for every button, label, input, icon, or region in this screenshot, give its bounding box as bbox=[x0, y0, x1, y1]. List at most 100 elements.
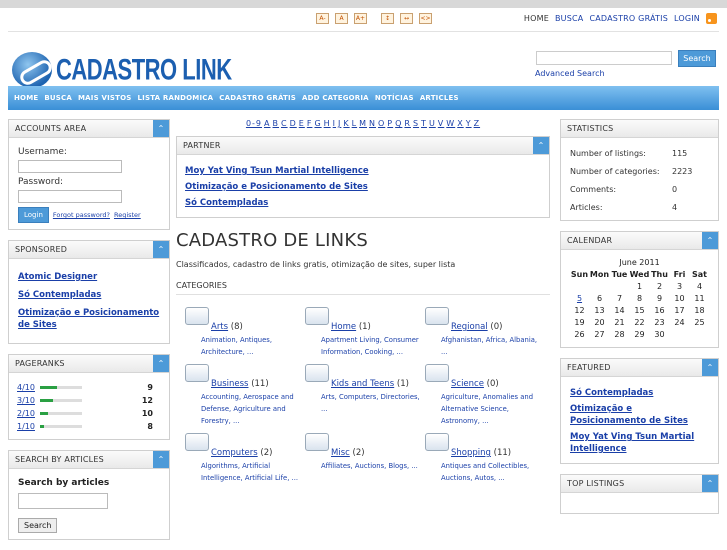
category-link[interactable]: Science bbox=[451, 379, 484, 389]
rss-icon[interactable] bbox=[706, 13, 717, 24]
alphabet-link[interactable]: W bbox=[446, 119, 455, 128]
pagerank-link[interactable]: 4/10 bbox=[17, 383, 36, 392]
collapse-icon[interactable]: ⌃ bbox=[702, 359, 718, 376]
sponsored-link[interactable]: Só Contempladas bbox=[18, 289, 160, 301]
alphabet-link[interactable]: T bbox=[421, 119, 427, 128]
password-field[interactable] bbox=[18, 190, 122, 203]
subcategory-list[interactable]: Animation, Antiques, Architecture, ... bbox=[201, 334, 305, 358]
featured-link[interactable]: Só Contempladas bbox=[570, 387, 709, 399]
folder-icon[interactable] bbox=[305, 307, 329, 325]
category-link[interactable]: Arts bbox=[211, 322, 228, 332]
category-link[interactable]: Business bbox=[211, 379, 248, 389]
nav-cadastro-gratis[interactable]: CADASTRO GRÁTIS bbox=[216, 94, 299, 102]
alphabet-link[interactable]: F bbox=[307, 119, 313, 128]
site-logo[interactable]: CADASTRO LINK bbox=[12, 52, 232, 88]
featured-link[interactable]: Otimização e Posicionamento de Sites bbox=[570, 403, 709, 427]
partner-link[interactable]: Só Contempladas bbox=[185, 197, 541, 209]
alphabet-link[interactable]: H bbox=[324, 119, 331, 128]
alphabet-link[interactable]: E bbox=[299, 119, 305, 128]
folder-icon[interactable] bbox=[185, 307, 209, 325]
search-input[interactable] bbox=[536, 51, 672, 65]
alphabet-link[interactable]: U bbox=[429, 119, 436, 128]
partner-link[interactable]: Otimização e Posicionamento de Sites bbox=[185, 181, 541, 193]
top-nav-cadastro[interactable]: CADASTRO GRÁTIS bbox=[589, 14, 668, 23]
calendar-day[interactable]: 5 bbox=[570, 294, 590, 303]
folder-icon[interactable] bbox=[425, 307, 449, 325]
sponsored-link[interactable]: Otimização e Posicionamento de Sites bbox=[18, 307, 160, 331]
alphabet-link[interactable]: A bbox=[264, 119, 270, 128]
login-button[interactable]: Login bbox=[18, 207, 49, 223]
alphabet-link[interactable]: P bbox=[387, 119, 393, 128]
collapse-icon[interactable]: ⌃ bbox=[702, 232, 718, 249]
category-link[interactable]: Shopping bbox=[451, 448, 491, 458]
category-link[interactable]: Kids and Teens bbox=[331, 379, 394, 389]
subcategory-list[interactable]: Arts, Computers, Directories, ... bbox=[321, 391, 425, 415]
alphabet-link[interactable]: L bbox=[352, 119, 357, 128]
category-link[interactable]: Home bbox=[331, 322, 356, 332]
layout-narrow-button[interactable]: ↕ bbox=[381, 13, 394, 24]
alphabet-link[interactable]: Q bbox=[395, 119, 402, 128]
subcategory-list[interactable]: Apartment Living, Consumer Information, … bbox=[321, 334, 425, 358]
subcategory-list[interactable]: Affiliates, Auctions, Blogs, ... bbox=[321, 460, 425, 472]
featured-link[interactable]: Moy Yat Ving Tsun Martial Intelligence bbox=[570, 431, 709, 455]
collapse-icon[interactable]: ⌃ bbox=[153, 451, 169, 468]
folder-icon[interactable] bbox=[185, 364, 209, 382]
alphabet-link[interactable]: I bbox=[333, 119, 336, 128]
folder-icon[interactable] bbox=[305, 364, 329, 382]
nav-home[interactable]: HOME bbox=[11, 94, 41, 102]
font-reset-button[interactable]: A bbox=[335, 13, 348, 24]
folder-icon[interactable] bbox=[425, 433, 449, 451]
folder-icon[interactable] bbox=[185, 433, 209, 451]
alphabet-link[interactable]: X bbox=[457, 119, 463, 128]
category-link[interactable]: Computers bbox=[211, 448, 258, 458]
subcategory-list[interactable]: Antiques and Collectibles, Auctions, Aut… bbox=[441, 460, 545, 484]
subcategory-list[interactable]: Agriculture, Anomalies and Alternative S… bbox=[441, 391, 545, 427]
search-button[interactable]: Search bbox=[678, 50, 716, 67]
alphabet-link[interactable]: J bbox=[338, 119, 341, 128]
nav-lista-randomica[interactable]: LISTA RANDOMICA bbox=[134, 94, 216, 102]
top-nav-home[interactable]: HOME bbox=[524, 14, 549, 23]
layout-wide-button[interactable]: ↔ bbox=[400, 13, 413, 24]
collapse-icon[interactable]: ⌃ bbox=[153, 120, 169, 137]
alphabet-link[interactable]: S bbox=[413, 119, 419, 128]
article-search-input[interactable] bbox=[18, 493, 108, 509]
pagerank-link[interactable]: 2/10 bbox=[17, 409, 36, 418]
top-nav-busca[interactable]: BUSCA bbox=[555, 14, 583, 23]
alphabet-link[interactable]: 0-9 bbox=[246, 119, 262, 128]
alphabet-link[interactable]: B bbox=[273, 119, 280, 128]
article-search-button[interactable]: Search bbox=[18, 518, 58, 533]
collapse-icon[interactable]: ⌃ bbox=[702, 475, 718, 492]
layout-fluid-button[interactable]: <> bbox=[419, 13, 432, 24]
font-decrease-button[interactable]: A- bbox=[316, 13, 329, 24]
alphabet-link[interactable]: Y bbox=[466, 119, 472, 128]
nav-add-categoria[interactable]: ADD CATEGORIA bbox=[299, 94, 372, 102]
collapse-icon[interactable]: ⌃ bbox=[153, 241, 169, 258]
subcategory-list[interactable]: Accounting, Aerospace and Defense, Agric… bbox=[201, 391, 305, 427]
advanced-search-link[interactable]: Advanced Search bbox=[535, 69, 605, 78]
category-link[interactable]: Regional bbox=[451, 322, 488, 332]
collapse-icon[interactable]: ⌃ bbox=[153, 355, 169, 372]
alphabet-link[interactable]: D bbox=[290, 119, 297, 128]
sponsored-link[interactable]: Atomic Designer bbox=[18, 271, 160, 283]
nav-noticias[interactable]: NOTÍCIAS bbox=[372, 94, 417, 102]
category-link[interactable]: Misc bbox=[331, 448, 350, 458]
alphabet-link[interactable]: O bbox=[378, 119, 385, 128]
register-link[interactable]: Register bbox=[114, 211, 141, 219]
alphabet-link[interactable]: N bbox=[369, 119, 376, 128]
alphabet-link[interactable]: Z bbox=[474, 119, 480, 128]
alphabet-link[interactable]: M bbox=[359, 119, 367, 128]
alphabet-link[interactable]: R bbox=[404, 119, 411, 128]
pagerank-link[interactable]: 1/10 bbox=[17, 422, 36, 431]
folder-icon[interactable] bbox=[305, 433, 329, 451]
pagerank-link[interactable]: 3/10 bbox=[17, 396, 36, 405]
alphabet-link[interactable]: G bbox=[314, 119, 321, 128]
nav-articles[interactable]: ARTICLES bbox=[417, 94, 462, 102]
alphabet-link[interactable]: K bbox=[343, 119, 349, 128]
forgot-password-link[interactable]: Forgot password? bbox=[53, 211, 110, 219]
subcategory-list[interactable]: Afghanistan, Africa, Albania, ... bbox=[441, 334, 545, 358]
nav-busca[interactable]: BUSCA bbox=[41, 94, 75, 102]
username-field[interactable] bbox=[18, 160, 122, 173]
top-nav-login[interactable]: LOGIN bbox=[674, 14, 700, 23]
collapse-icon[interactable]: ⌃ bbox=[533, 137, 549, 154]
subcategory-list[interactable]: Algorithms, Artificial Intelligence, Art… bbox=[201, 460, 305, 484]
